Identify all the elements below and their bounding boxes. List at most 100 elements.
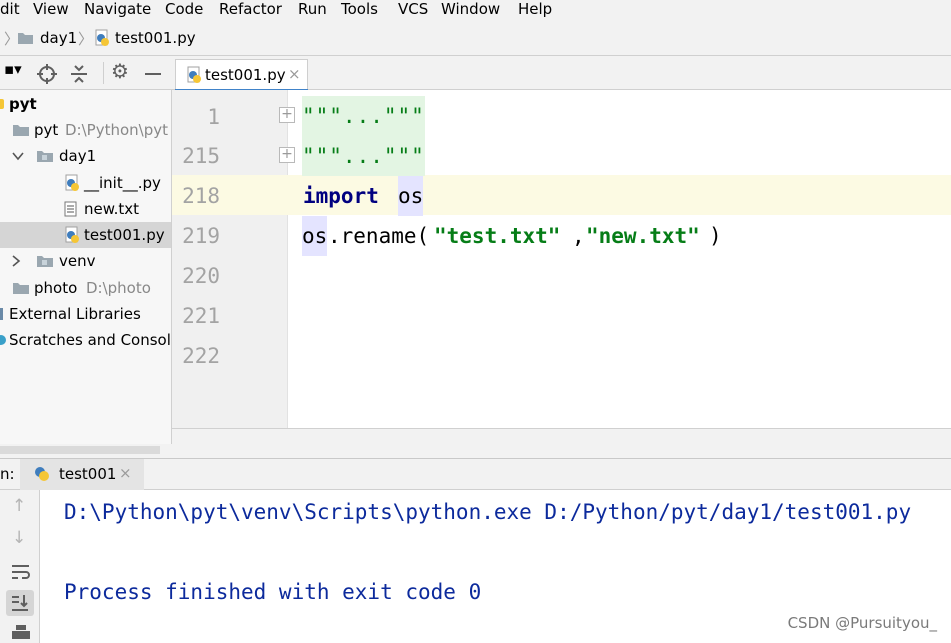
arrow-down-icon[interactable]: ↓ <box>12 528 26 548</box>
tree-item-label: day1 <box>59 147 97 165</box>
tree-root-label: pyt <box>9 95 37 113</box>
watermark: CSDN @Pursuityou_ <box>787 614 937 632</box>
menu-window[interactable]: Window <box>441 0 500 19</box>
menu-bar: dit View Navigate Code Refactor Run Tool… <box>0 0 951 22</box>
tree-item-day1[interactable]: day1 <box>0 143 171 169</box>
tree-item-label: test001.py <box>84 226 165 244</box>
menu-view[interactable]: View <box>33 0 69 19</box>
folder-icon <box>13 283 29 294</box>
line-number: 220 <box>182 264 220 288</box>
menu-run[interactable]: Run <box>298 0 327 19</box>
breadcrumb-folder[interactable]: day1 <box>40 29 77 47</box>
folder-icon <box>18 33 33 44</box>
menu-navigate[interactable]: Navigate <box>84 0 151 19</box>
tree-item-test001-py[interactable]: test001.py <box>0 222 171 248</box>
tree-item-scratches[interactable]: Scratches and Consoles <box>0 327 172 353</box>
arrow-up-icon[interactable]: ↑ <box>12 496 26 516</box>
toolbar-divider <box>103 62 104 84</box>
library-icon <box>0 308 3 320</box>
tree-item-pyt[interactable]: pyt D:\Python\pyt <box>0 117 171 143</box>
tab-test001-py[interactable]: test001.py × <box>175 59 308 92</box>
hide-icon[interactable] <box>145 73 161 75</box>
expand-fold-icon[interactable]: + <box>279 107 295 123</box>
tree-item-hint: D:\photo <box>86 279 151 297</box>
string-arg: "test.txt" <box>434 224 561 248</box>
tree-scrollbar-area <box>0 444 172 458</box>
breadcrumb-file[interactable]: test001.py <box>115 29 196 47</box>
menu-code[interactable]: Code <box>165 0 203 19</box>
tree-item-hint: D:\Python\pyt <box>65 121 168 139</box>
tree-item-label: Scratches and Consoles <box>9 331 172 349</box>
soft-wrap-icon[interactable] <box>11 563 31 581</box>
menu-tools[interactable]: Tools <box>341 0 378 19</box>
tree-root[interactable]: pyt <box>0 91 171 117</box>
menu-edit[interactable]: dit <box>0 0 20 19</box>
scroll-to-end-button[interactable] <box>6 590 34 616</box>
menu-help[interactable]: Help <box>518 0 552 19</box>
print-icon[interactable] <box>11 625 31 643</box>
line-number: 215 <box>182 144 220 168</box>
tab-label: test001.py <box>205 66 286 84</box>
console-line: D:\Python\pyt\venv\Scripts\python.exe D:… <box>64 500 912 524</box>
string-arg: "new.txt" <box>586 224 700 248</box>
close-icon[interactable]: × <box>119 464 132 482</box>
scratches-icon <box>0 335 6 345</box>
tree-item-venv[interactable]: venv <box>0 248 171 274</box>
editor-footer <box>172 428 951 458</box>
run-label: n: <box>0 465 15 483</box>
python-icon <box>35 467 49 481</box>
tree-item-label: pyt <box>34 121 59 139</box>
locate-icon[interactable] <box>37 64 57 84</box>
python-file-icon <box>65 226 79 243</box>
menu-vcs[interactable]: VCS <box>398 0 428 19</box>
folded-docstring[interactable]: """...""" <box>302 136 425 176</box>
expand-fold-icon[interactable]: + <box>279 147 295 163</box>
python-file-icon <box>65 174 79 191</box>
run-toolbar: ↑ ↓ <box>0 490 40 643</box>
folder-icon <box>37 151 53 162</box>
caret-line-highlight <box>172 175 951 215</box>
chevron-right-icon[interactable] <box>12 255 21 267</box>
python-project-icon <box>0 99 4 109</box>
project-tree: pyt pyt D:\Python\pyt day1 __init__.py n… <box>0 90 172 458</box>
project-view-dropdown-icon[interactable]: ▪▾ <box>4 60 22 78</box>
tree-item-init-py[interactable]: __init__.py <box>0 170 171 196</box>
folder-icon <box>37 256 53 267</box>
tree-item-external-libraries[interactable]: External Libraries <box>0 301 171 327</box>
chevron-down-icon[interactable] <box>12 152 24 161</box>
line-number: 222 <box>182 344 220 368</box>
close-icon[interactable]: × <box>288 65 301 83</box>
line-number: 218 <box>182 184 220 208</box>
comma: , <box>572 224 585 248</box>
gear-icon[interactable]: ⚙ <box>111 59 129 83</box>
tree-item-new-txt[interactable]: new.txt <box>0 196 171 222</box>
console-line: Process finished with exit code 0 <box>64 580 482 604</box>
scroll-to-end-icon <box>12 595 28 611</box>
keyword-import: import <box>303 184 379 208</box>
tree-item-label: External Libraries <box>9 305 141 323</box>
chevron-right-icon: 〉 <box>78 30 94 48</box>
tree-item-label: photo <box>34 279 78 297</box>
breadcrumb: 〉 day1 〉 test001.py <box>0 22 951 56</box>
line-number: 1 <box>207 105 220 129</box>
tree-item-photo[interactable]: photo D:\photo <box>0 275 171 301</box>
tree-item-label: new.txt <box>84 200 140 218</box>
module-os: os <box>398 176 424 216</box>
tree-item-label: __init__.py <box>84 174 161 192</box>
horizontal-scrollbar[interactable] <box>0 446 160 454</box>
project-toolbar: ▪▾ ⚙ <box>0 57 172 90</box>
run-tab-label: test001 <box>59 465 117 483</box>
call-object-os: os <box>302 216 328 256</box>
call-method: .rename( <box>328 224 430 248</box>
close-paren: ) <box>709 224 722 248</box>
folded-docstring[interactable]: """...""" <box>302 96 425 136</box>
python-file-icon <box>95 29 109 46</box>
menu-refactor[interactable]: Refactor <box>219 0 282 19</box>
line-number: 221 <box>182 304 220 328</box>
code-editor[interactable] <box>172 90 951 428</box>
python-file-icon <box>187 66 201 83</box>
tree-item-label: venv <box>59 252 96 270</box>
collapse-all-icon[interactable] <box>70 64 88 84</box>
line-number: 219 <box>182 224 220 248</box>
tab-run-test001[interactable]: test001 × <box>20 459 144 490</box>
